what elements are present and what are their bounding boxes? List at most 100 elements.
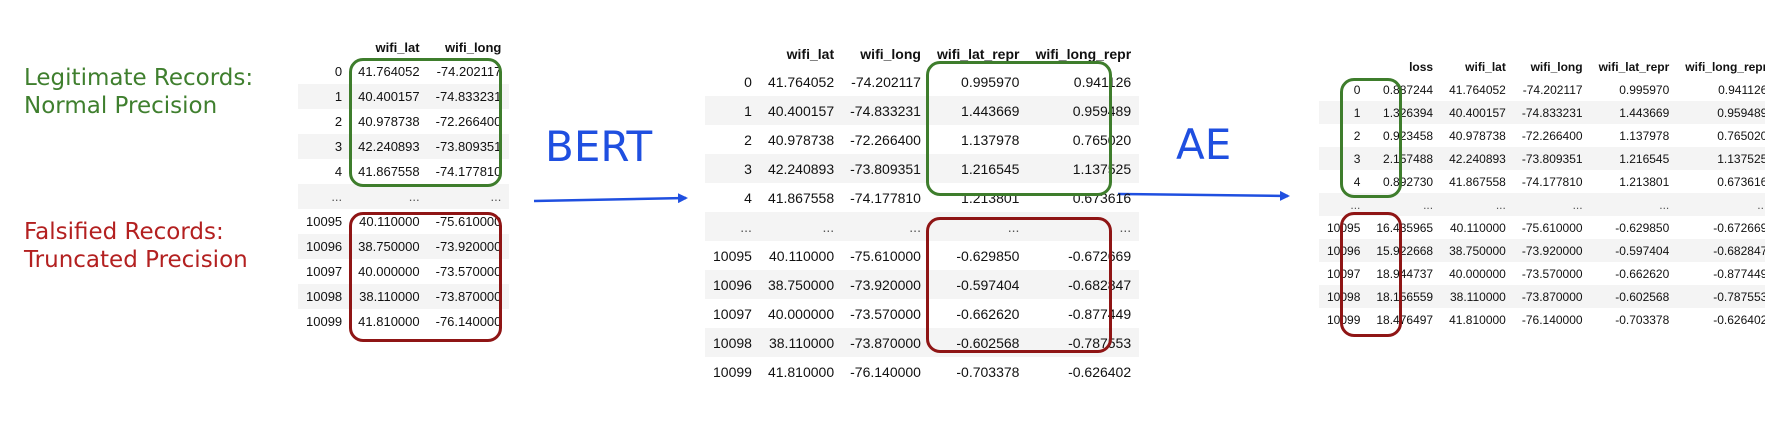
- bert-table-cell: 40.000000: [767, 305, 835, 322]
- ae-table-cell: -75.610000: [1521, 220, 1583, 235]
- input-table-row-index: 2: [334, 114, 343, 129]
- ae-table-cell: 38.110000: [1441, 285, 1514, 308]
- input-table-row-index: 3: [298, 134, 351, 159]
- input-table-row-index: 10098: [298, 284, 351, 309]
- input-table-row-index: 10096: [298, 234, 351, 259]
- ae-table-cell: 0.959489: [1677, 101, 1765, 124]
- input-table-column-header: wifi_lat: [350, 35, 428, 59]
- bert-table-cell: -0.626402: [1068, 363, 1132, 380]
- ae-table-cell: -73.809351: [1513, 147, 1591, 170]
- bert-table-row-index: 0: [744, 73, 752, 90]
- bert-table-cell: -74.177810: [850, 189, 921, 206]
- ae-table-cell: -0.597404: [1590, 239, 1678, 262]
- falsified-box-input: [349, 212, 502, 342]
- bert-table-row: 10099 41.810000 -76.140000 -0.703378 -0.6264…: [705, 357, 1139, 386]
- ae-table-cell: 40.978738: [1449, 128, 1506, 143]
- bert-table-row-index: 10096: [705, 270, 760, 299]
- bert-table-column-header: [705, 40, 760, 67]
- legitimate-records-label: Legitimate Records: Normal Precision: [24, 64, 253, 120]
- input-table-row-index: 10097: [306, 264, 343, 279]
- ae-table-cell: 1.137525: [1677, 147, 1765, 170]
- ae-table-cell: -72.266400: [1521, 128, 1583, 143]
- bert-table-cell: -73.809351: [842, 154, 929, 183]
- bert-table-cell: -0.703378: [956, 363, 1020, 380]
- ae-table-cell: ...: [1441, 193, 1514, 216]
- legit-box-bert: [926, 61, 1112, 196]
- ae-table-column-header: wifi_lat_repr: [1590, 56, 1678, 78]
- arrow-to-ae-table: [1117, 190, 1290, 201]
- ae-table-cell: -0.672669: [1713, 220, 1765, 235]
- falsified-records-label: Falsified Records: Truncated Precision: [24, 218, 248, 274]
- ae-table-cell: -0.877449: [1713, 266, 1765, 281]
- ae-table-cell: 41.810000: [1449, 312, 1506, 327]
- input-table-cell: ...: [350, 184, 428, 209]
- ae-label: AE: [1176, 120, 1232, 169]
- ae-table-cell: -0.787553: [1677, 285, 1765, 308]
- ae-table-cell: 0.673616: [1717, 174, 1765, 189]
- ae-table-cell: -73.570000: [1521, 266, 1583, 281]
- input-table-row-index: 10095: [306, 214, 343, 229]
- input-table-cell: ...: [427, 184, 510, 209]
- ae-table-cell: -0.703378: [1615, 312, 1670, 327]
- legit-label-line-2: Normal Precision: [24, 93, 218, 119]
- bert-table-cell: ...: [759, 212, 843, 241]
- bert-table-row-index: 10097: [713, 305, 752, 322]
- input-table-row-index: 4: [334, 164, 343, 179]
- input-table-row: .........: [298, 184, 510, 209]
- ae-table-cell: 0.941126: [1718, 82, 1765, 97]
- falsified-label-line-2: Truncated Precision: [24, 247, 248, 273]
- ae-table-cell: 0.765020: [1717, 128, 1765, 143]
- bert-table-cell: -73.570000: [850, 305, 921, 322]
- input-table-header-row: wifi_lat wifi_long: [298, 35, 510, 59]
- ae-table-cell: ...: [1590, 193, 1678, 216]
- ae-table-cell: 40.400157: [1441, 101, 1514, 124]
- ae-table-column-header: [1319, 56, 1369, 78]
- ae-table-cell: 42.240893: [1441, 147, 1514, 170]
- bert-label: BERT: [545, 122, 653, 171]
- bert-table-cell: 38.110000: [759, 328, 843, 357]
- bert-table-cell: 41.867558: [767, 189, 835, 206]
- bert-table-row-index: 4: [744, 189, 752, 206]
- ae-table-cell: 41.764052: [1449, 82, 1506, 97]
- bert-table-row-index: 3: [705, 154, 760, 183]
- input-table-row-index: 0: [334, 64, 343, 79]
- input-table-row-index: 1: [298, 84, 351, 109]
- bert-table-row-index: 2: [744, 131, 752, 148]
- ae-table-column-header: wifi_long: [1513, 56, 1591, 78]
- ae-table-cell: -0.682847: [1677, 239, 1765, 262]
- falsified-label-line-1: Falsified Records:: [24, 219, 224, 245]
- bert-table-cell: 41.810000: [767, 363, 835, 380]
- bert-table-cell: -74.833231: [842, 96, 929, 125]
- ae-table-cell: -73.870000: [1513, 285, 1591, 308]
- ae-table-cell: 40.110000: [1450, 220, 1506, 235]
- bert-table-row-index: 10095: [713, 247, 752, 264]
- ae-table-cell: 38.750000: [1441, 239, 1514, 262]
- ae-table-cell: 1.137978: [1619, 128, 1670, 143]
- ae-table-column-header: wifi_long_repr: [1677, 56, 1765, 78]
- bert-table-cell: -76.140000: [850, 363, 921, 380]
- ae-table-cell: -74.177810: [1521, 174, 1583, 189]
- bert-table-row-index: ...: [705, 212, 760, 241]
- bert-table-cell: -74.202117: [851, 73, 921, 90]
- ae-table-cell: -0.662620: [1615, 266, 1670, 281]
- bert-table-cell: 40.110000: [768, 247, 835, 264]
- ae-table-cell: 1.213801: [1619, 174, 1670, 189]
- ae-table-cell: -73.920000: [1513, 239, 1591, 262]
- ae-table-column-header: loss: [1368, 56, 1442, 78]
- ae-table-cell: 41.867558: [1449, 174, 1506, 189]
- bert-table-row-index: 1: [705, 96, 760, 125]
- ae-table-cell: 40.000000: [1449, 266, 1506, 281]
- ae-table-cell: -0.602568: [1590, 285, 1678, 308]
- bert-table-cell: 38.750000: [759, 270, 843, 299]
- input-table-row-index: ...: [298, 184, 351, 209]
- bert-table-cell: ...: [842, 212, 929, 241]
- bert-table-cell: -73.920000: [842, 270, 929, 299]
- bert-table-cell: -75.610000: [850, 247, 921, 264]
- legit-label-line-1: Legitimate Records:: [24, 65, 254, 91]
- bert-table-cell: -73.870000: [842, 328, 929, 357]
- ae-table-cell: ...: [1677, 193, 1765, 216]
- bert-table-cell: -72.266400: [850, 131, 921, 148]
- bert-table-cell: 40.400157: [759, 96, 843, 125]
- ae-table-cell: ...: [1513, 193, 1591, 216]
- ae-table-cell: 1.216545: [1590, 147, 1678, 170]
